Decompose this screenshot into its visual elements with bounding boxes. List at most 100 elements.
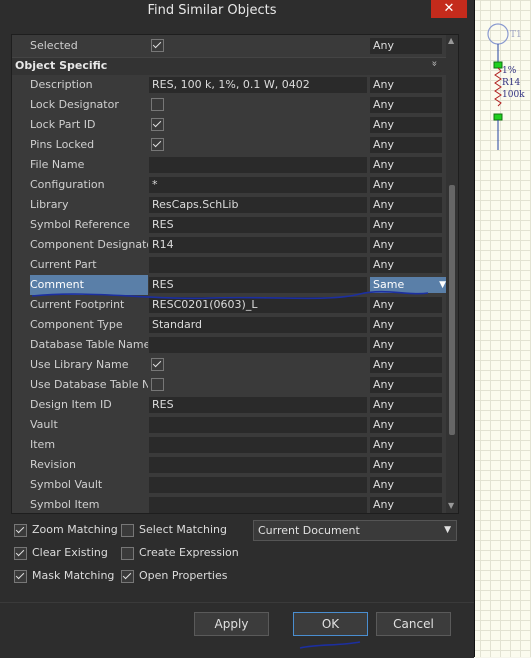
checkbox-unchecked[interactable] xyxy=(151,378,164,391)
scroll-down-icon[interactable]: ▼ xyxy=(448,501,454,510)
property-value[interactable] xyxy=(149,157,367,173)
match-operator[interactable]: Any xyxy=(370,377,442,393)
checkbox-unchecked[interactable] xyxy=(151,98,164,111)
match-operator[interactable]: Any xyxy=(370,497,442,513)
property-row[interactable]: Configuration * Any xyxy=(12,175,446,195)
clear-existing-checkbox[interactable] xyxy=(14,547,27,560)
property-value[interactable] xyxy=(149,337,367,353)
match-operator-text: Any xyxy=(373,138,395,151)
zoom-matching-checkbox[interactable] xyxy=(14,524,27,537)
property-value[interactable] xyxy=(149,117,367,133)
property-row[interactable]: Symbol Reference RES Any xyxy=(12,215,446,235)
match-operator[interactable]: Any xyxy=(370,437,442,453)
match-operator[interactable]: Any xyxy=(370,137,442,153)
property-value[interactable] xyxy=(149,417,367,433)
property-row[interactable]: Lock Designator Any xyxy=(12,95,446,115)
property-value[interactable] xyxy=(149,497,367,513)
annotation-scribble-ok xyxy=(299,641,361,649)
mask-matching-checkbox[interactable] xyxy=(14,570,27,583)
match-operator[interactable]: Any xyxy=(370,457,442,473)
close-button[interactable]: ✕ xyxy=(431,0,467,18)
property-row[interactable]: Use Library Name Any xyxy=(12,355,446,375)
property-row[interactable]: Current Part Any xyxy=(12,255,446,275)
match-operator[interactable]: Any xyxy=(370,117,442,133)
vertical-scrollbar[interactable]: ▲ ▼ xyxy=(446,35,458,513)
checkbox-checked[interactable] xyxy=(151,118,164,131)
property-row[interactable]: Symbol Item Any xyxy=(12,495,446,513)
property-value[interactable] xyxy=(149,357,367,373)
property-row[interactable]: Item Any xyxy=(12,435,446,455)
match-operator[interactable]: Any xyxy=(370,317,442,333)
match-operator[interactable]: Any xyxy=(370,157,442,173)
property-value[interactable] xyxy=(149,377,367,393)
open-properties-checkbox[interactable] xyxy=(121,570,134,583)
match-operator[interactable]: Any xyxy=(370,217,442,233)
property-value[interactable]: Standard xyxy=(149,317,367,333)
dropdown-arrow-icon[interactable]: ▼ xyxy=(439,277,446,293)
property-value[interactable]: RES xyxy=(149,217,367,233)
match-operator[interactable]: Any xyxy=(370,197,442,213)
property-row[interactable]: Database Table Name Any xyxy=(12,335,446,355)
cancel-button[interactable]: Cancel xyxy=(376,612,451,636)
select-matching-checkbox[interactable] xyxy=(121,524,134,537)
property-name: Database Table Name xyxy=(30,338,148,351)
property-name: Revision xyxy=(30,458,76,471)
match-operator[interactable]: Any xyxy=(370,477,442,493)
property-row[interactable]: Component Designator R14 Any xyxy=(12,235,446,255)
property-value[interactable] xyxy=(149,437,367,453)
zoom-matching-label: Zoom Matching xyxy=(32,523,118,536)
scope-value: Current Document xyxy=(258,524,360,537)
match-operator[interactable]: Any xyxy=(370,97,442,113)
apply-button[interactable]: Apply xyxy=(194,612,269,636)
property-row-selected[interactable]: Selected Any xyxy=(12,36,446,56)
property-row[interactable]: Use Database Table Name Any xyxy=(12,375,446,395)
property-row[interactable]: Description RES, 100 k, 1%, 0.1 W, 0402 An… xyxy=(12,75,446,95)
scrollbar-thumb[interactable] xyxy=(449,185,455,435)
scope-dropdown[interactable]: Current Document ▼ xyxy=(253,520,457,541)
property-row[interactable]: Pins Locked Any xyxy=(12,135,446,155)
property-row[interactable]: Library ResCaps.SchLib Any xyxy=(12,195,446,215)
property-name: Selected xyxy=(30,39,78,52)
property-value[interactable]: ResCaps.SchLib xyxy=(149,197,367,213)
checkbox-checked[interactable] xyxy=(151,39,164,52)
match-operator[interactable]: Any xyxy=(370,357,442,373)
property-value[interactable] xyxy=(149,137,367,153)
match-operator[interactable]: Any xyxy=(370,77,442,93)
properties-grid: Selected Any Object Specific » Descripti… xyxy=(11,34,459,514)
checkbox-checked[interactable] xyxy=(151,138,164,151)
property-name: Item xyxy=(30,438,56,451)
ok-button[interactable]: OK xyxy=(293,612,368,636)
section-header-object-specific[interactable]: Object Specific » xyxy=(12,57,446,75)
property-value[interactable] xyxy=(149,457,367,473)
match-operator[interactable]: Any xyxy=(370,38,442,54)
match-operator-text: Any xyxy=(373,218,395,231)
match-operator-text: Any xyxy=(373,78,395,91)
match-operator[interactable]: Any xyxy=(370,337,442,353)
match-operator[interactable]: Any xyxy=(370,177,442,193)
collapse-chevron-icon[interactable]: » xyxy=(429,60,440,66)
property-value[interactable]: R14 xyxy=(149,237,367,253)
property-value[interactable]: RES, 100 k, 1%, 0.1 W, 0402 xyxy=(149,77,367,93)
property-row[interactable]: Lock Part ID Any xyxy=(12,115,446,135)
match-operator-text: Any xyxy=(373,178,395,191)
checkbox-checked[interactable] xyxy=(151,358,164,371)
property-value[interactable]: * xyxy=(149,177,367,193)
property-row[interactable]: Symbol Vault Any xyxy=(12,475,446,495)
match-operator[interactable]: Any xyxy=(370,397,442,413)
property-value[interactable] xyxy=(149,477,367,493)
match-operator[interactable]: Any xyxy=(370,417,442,433)
property-value[interactable] xyxy=(149,97,367,113)
create-expression-checkbox[interactable] xyxy=(121,547,134,560)
property-row[interactable]: Revision Any xyxy=(12,455,446,475)
property-row[interactable]: Design Item ID RES Any xyxy=(12,395,446,415)
match-operator[interactable]: Any xyxy=(370,257,442,273)
property-value-text: RES xyxy=(152,218,174,231)
property-row[interactable]: File Name Any xyxy=(12,155,446,175)
property-value[interactable] xyxy=(149,257,367,273)
property-row[interactable]: Vault Any xyxy=(12,415,446,435)
property-value[interactable]: RES xyxy=(149,397,367,413)
property-row[interactable]: Component Type Standard Any xyxy=(12,315,446,335)
match-operator[interactable]: Any xyxy=(370,237,442,253)
scroll-up-icon[interactable]: ▲ xyxy=(448,36,454,45)
property-value[interactable] xyxy=(149,38,367,54)
